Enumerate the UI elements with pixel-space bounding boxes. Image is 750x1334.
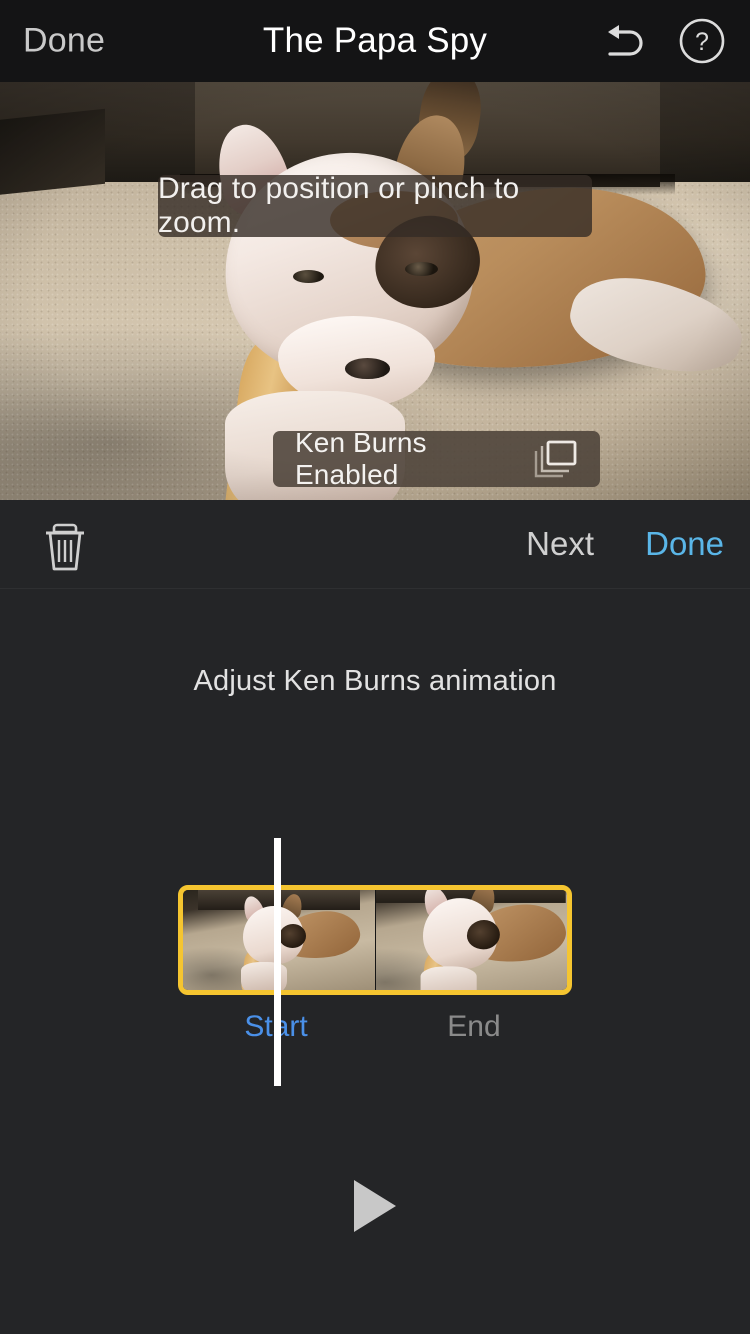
end-label[interactable]: End (376, 1010, 572, 1044)
toolbar-done-button[interactable]: Done (645, 525, 724, 563)
stacked-frames-icon (534, 439, 578, 479)
play-triangle-icon[interactable] (354, 1180, 396, 1232)
question-mark-circle-icon[interactable]: ? (678, 17, 726, 65)
hint-text: Drag to position or pinch to zoom. (158, 172, 520, 239)
trash-icon[interactable] (39, 518, 91, 574)
timeline-playhead[interactable] (274, 838, 281, 1086)
end-frame-thumbnail[interactable] (375, 890, 567, 990)
end-frame-image (376, 890, 567, 990)
next-button[interactable]: Next (526, 525, 594, 563)
drag-zoom-hint-banner: Drag to position or pinch to zoom. (158, 172, 592, 239)
svg-text:?: ? (695, 28, 709, 56)
ken-burns-label: Ken Burns Enabled (295, 427, 427, 490)
ken-burns-status-badge[interactable]: Ken Burns Enabled (273, 427, 600, 490)
panel-caption: Adjust Ken Burns animation (193, 665, 557, 697)
photo-preview-canvas[interactable]: Drag to position or pinch to zoom. Ken B… (0, 82, 750, 500)
undo-arrow-icon[interactable] (602, 18, 648, 64)
clip-edit-toolbar: Next Done (0, 500, 750, 589)
imovie-photo-editor-screen: Done The Papa Spy ? Drag to position or … (0, 0, 750, 1334)
filmstrip-labels: Start End (178, 1010, 572, 1052)
ken-burns-filmstrip[interactable] (178, 885, 572, 995)
top-navigation-bar: Done The Papa Spy ? (0, 0, 750, 82)
